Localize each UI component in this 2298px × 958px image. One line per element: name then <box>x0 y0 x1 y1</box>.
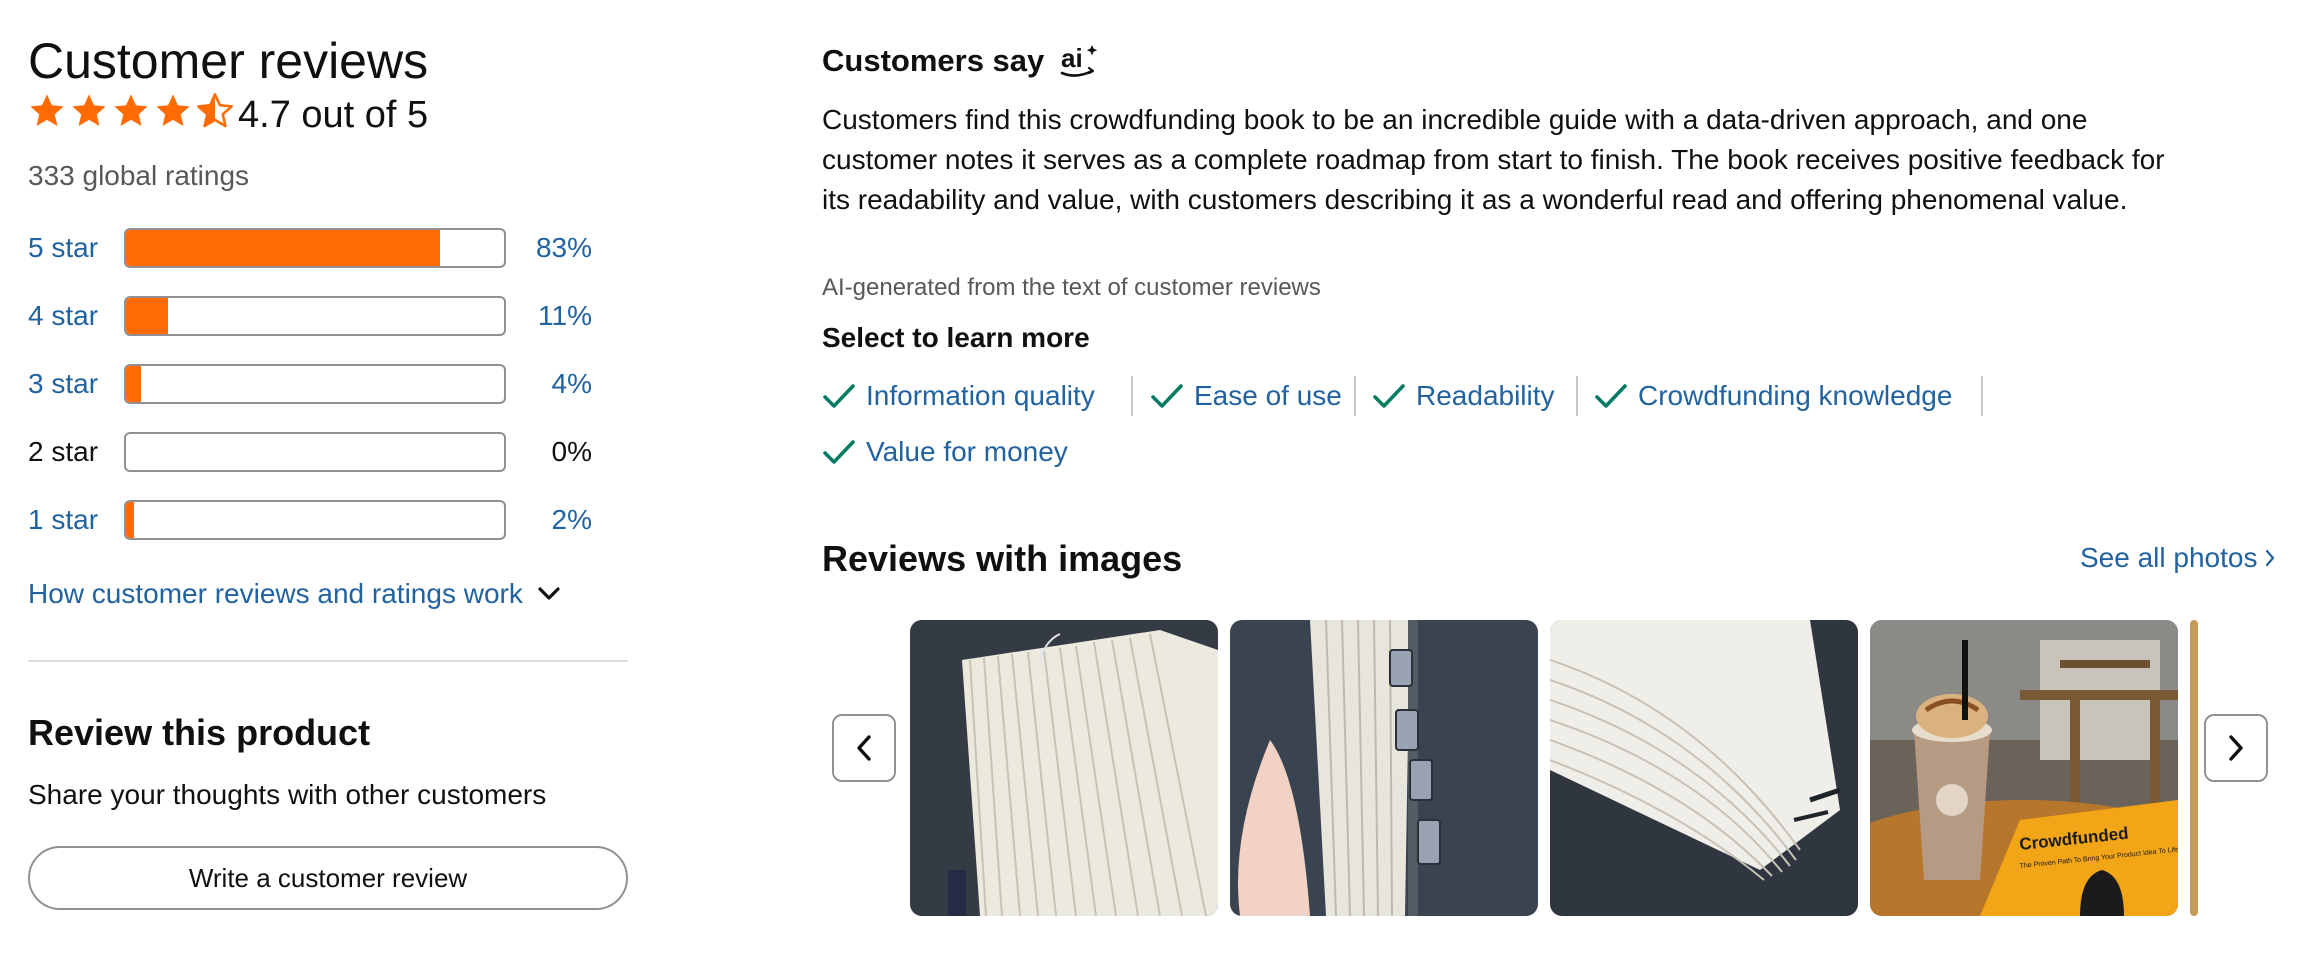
histogram-label: 2 star <box>28 436 99 467</box>
customers-say-title: Customers say <box>822 43 1045 78</box>
star-full-icon <box>156 94 190 127</box>
aspect-label[interactable]: Ease of use <box>1194 380 1342 412</box>
ai-generated-note: AI-generated from the text of customer r… <box>822 274 1321 301</box>
histogram-label[interactable]: 3 star <box>28 364 98 404</box>
star-half-icon <box>197 93 233 128</box>
aspect-label[interactable]: Information quality <box>866 380 1095 412</box>
review-product-title: Review this product <box>28 712 371 753</box>
histogram-fill <box>126 298 168 334</box>
chevron-right-icon[interactable] <box>2227 734 2245 762</box>
review-image-thumbnail-partial[interactable] <box>2190 620 2198 916</box>
star-rating <box>28 92 234 130</box>
how-reviews-work-link[interactable]: How customer reviews and ratings work <box>28 574 561 614</box>
review-image-thumbnail[interactable]: Crowdfunded The Proven Path To Bring You… <box>1870 620 2178 916</box>
histogram-row-4-star[interactable]: 4 star 11% <box>28 296 608 336</box>
see-all-photos-label[interactable]: See all photos <box>2080 538 2257 578</box>
how-reviews-work-label[interactable]: How customer reviews and ratings work <box>28 574 523 614</box>
customers-say-header: Customers say ai <box>822 40 1100 82</box>
review-image-thumbnail[interactable] <box>910 620 1218 916</box>
aspect-label[interactable]: Crowdfunding knowledge <box>1638 380 1952 412</box>
histogram-label[interactable]: 5 star <box>28 228 98 268</box>
histogram-percent[interactable]: 83% <box>516 228 592 268</box>
aspect-readability[interactable]: Readability <box>1372 376 1555 416</box>
coffee-and-book-photo: Crowdfunded The Proven Path To Bring You… <box>1870 620 2178 916</box>
review-product-subtitle: Share your thoughts with other customers <box>28 779 547 810</box>
ai-sparkle-icon: ai <box>1060 43 1098 77</box>
svg-text:ai: ai <box>1061 43 1083 73</box>
checkmark-icon <box>1595 384 1627 408</box>
aspect-information-quality[interactable]: Information quality <box>822 376 1095 416</box>
carousel-next-button[interactable] <box>2204 714 2268 782</box>
section-divider <box>28 660 628 662</box>
histogram-fill <box>126 366 142 402</box>
rating-text: 4.7 out of 5 <box>238 94 429 136</box>
histogram-bar[interactable] <box>124 364 506 404</box>
see-all-photos-link[interactable]: See all photos <box>2080 538 2275 578</box>
histogram-label[interactable]: 1 star <box>28 500 98 540</box>
histogram-row-5-star[interactable]: 5 star 83% <box>28 228 608 268</box>
histogram-bar <box>124 432 506 472</box>
partial-photo <box>2190 620 2198 916</box>
histogram-fill <box>126 502 134 538</box>
checkmark-icon <box>823 384 855 408</box>
select-to-learn-more-title: Select to learn more <box>822 322 1090 353</box>
histogram-row-3-star[interactable]: 3 star 4% <box>28 364 608 404</box>
chevron-down-icon[interactable] <box>537 586 561 602</box>
checkmark-icon <box>1373 384 1405 408</box>
histogram-bar[interactable] <box>124 500 506 540</box>
book-tabs-photo <box>1230 620 1538 916</box>
histogram-percent[interactable]: 4% <box>516 364 592 404</box>
aspect-separator <box>1131 376 1133 416</box>
aspect-label[interactable]: Readability <box>1416 380 1555 412</box>
histogram-bar[interactable] <box>124 228 506 268</box>
histogram-label[interactable]: 4 star <box>28 296 98 336</box>
histogram-percent[interactable]: 2% <box>516 500 592 540</box>
checkmark-icon <box>823 440 855 464</box>
histogram-percent[interactable]: 11% <box>516 296 592 336</box>
aspect-label[interactable]: Value for money <box>866 436 1068 468</box>
customer-reviews-title: Customer reviews <box>28 33 429 89</box>
carousel-prev-button[interactable] <box>832 714 896 782</box>
aspect-value-for-money[interactable]: Value for money <box>822 432 1068 472</box>
aspect-separator <box>1576 376 1578 416</box>
ai-review-summary: Customers find this crowdfunding book to… <box>822 104 2165 215</box>
global-ratings-count: 333 global ratings <box>28 160 250 191</box>
chevron-left-icon[interactable] <box>855 734 873 762</box>
chevron-right-icon[interactable] <box>2265 549 2275 567</box>
aspect-ease-of-use[interactable]: Ease of use <box>1150 376 1342 416</box>
book-pages-photo <box>910 620 1218 916</box>
histogram-fill <box>126 230 440 266</box>
checkmark-icon <box>1151 384 1183 408</box>
histogram-row-1-star[interactable]: 1 star 2% <box>28 500 608 540</box>
reviews-with-images-title: Reviews with images <box>822 538 1183 579</box>
review-image-thumbnail[interactable] <box>1550 620 1858 916</box>
star-full-icon <box>30 94 64 127</box>
write-review-button[interactable]: Write a customer review <box>28 846 628 910</box>
aspect-separator <box>1981 376 1983 416</box>
book-fan-photo <box>1550 620 1858 916</box>
review-image-thumbnail[interactable] <box>1230 620 1538 916</box>
aspect-separator <box>1354 376 1356 416</box>
histogram-percent: 0% <box>551 436 592 467</box>
aspect-crowdfunding-knowledge[interactable]: Crowdfunding knowledge <box>1594 376 1952 416</box>
star-full-icon <box>72 94 106 127</box>
histogram-bar[interactable] <box>124 296 506 336</box>
histogram-row-2-star: 2 star 0% <box>28 432 608 472</box>
star-full-icon <box>114 94 148 127</box>
